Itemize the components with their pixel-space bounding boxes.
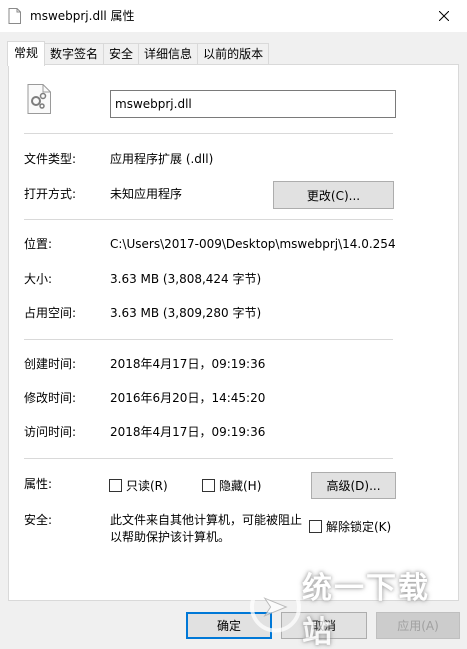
size-value: 3.63 MB (3,808,424 字节): [110, 272, 262, 286]
site-watermark: 统一下载站: [249, 571, 459, 649]
advanced-button[interactable]: 高级(D)...: [311, 472, 396, 499]
title-bar: mswebprj.dll 属性: [0, 0, 467, 32]
separator: [24, 133, 393, 134]
security-text-line2: 以帮助保护该计算机。: [110, 530, 231, 544]
tab-digital-signatures[interactable]: 数字签名: [44, 43, 105, 65]
tab-previous-versions[interactable]: 以前的版本: [197, 43, 270, 65]
size-on-disk-value: 3.63 MB (3,809,280 字节): [110, 306, 262, 320]
hidden-checkbox[interactable]: [202, 479, 215, 492]
close-icon: [439, 11, 449, 21]
accessed-label: 访问时间:: [24, 425, 77, 439]
unblock-checkbox[interactable]: [309, 520, 322, 533]
watermark-text: 统一下载站: [301, 571, 430, 649]
file-type-value: 应用程序扩展 (.dll): [110, 152, 214, 166]
created-value: 2018年4月17日，09:19:36: [110, 357, 266, 371]
accessed-value: 2018年4月17日，09:19:36: [110, 425, 266, 439]
security-text-line1: 此文件来自其他计算机，可能被阻止: [110, 513, 303, 527]
readonly-checkbox[interactable]: [109, 479, 122, 492]
modified-label: 修改时间:: [24, 391, 77, 405]
modified-value: 2016年6月20日，14:45:20: [110, 391, 266, 405]
opens-with-value: 未知应用程序: [110, 187, 183, 201]
tab-security[interactable]: 安全: [103, 43, 140, 65]
size-label: 大小:: [24, 272, 53, 286]
tab-general[interactable]: 常规: [7, 41, 46, 66]
dll-file-icon: [27, 84, 51, 114]
opens-with-label: 打开方式:: [24, 187, 77, 201]
created-label: 创建时间:: [24, 357, 77, 371]
separator: [24, 219, 393, 220]
separator: [24, 458, 393, 459]
file-name-field[interactable]: mswebprj.dll: [110, 90, 396, 118]
tab-details[interactable]: 详细信息: [138, 43, 199, 65]
hidden-label[interactable]: 隐藏(H): [219, 478, 261, 494]
unblock-label[interactable]: 解除锁定(K): [326, 519, 391, 535]
close-button[interactable]: [421, 0, 467, 32]
window-title: mswebprj.dll 属性: [30, 9, 135, 23]
separator: [24, 339, 393, 340]
tab-strip: 常规 数字签名 安全 详细信息 以前的版本: [7, 41, 270, 66]
file-icon: [8, 8, 21, 24]
file-type-label: 文件类型:: [24, 152, 77, 166]
location-value: C:\Users\2017-009\Desktop\mswebprj\14.0.…: [110, 237, 396, 251]
change-button[interactable]: 更改(C)...: [273, 181, 394, 209]
security-label: 安全:: [24, 513, 53, 527]
size-on-disk-label: 占用空间:: [24, 306, 77, 320]
attributes-label: 属性:: [24, 477, 53, 491]
watermark-logo-icon: [249, 581, 302, 633]
readonly-label[interactable]: 只读(R): [126, 478, 168, 494]
location-label: 位置:: [24, 237, 53, 251]
